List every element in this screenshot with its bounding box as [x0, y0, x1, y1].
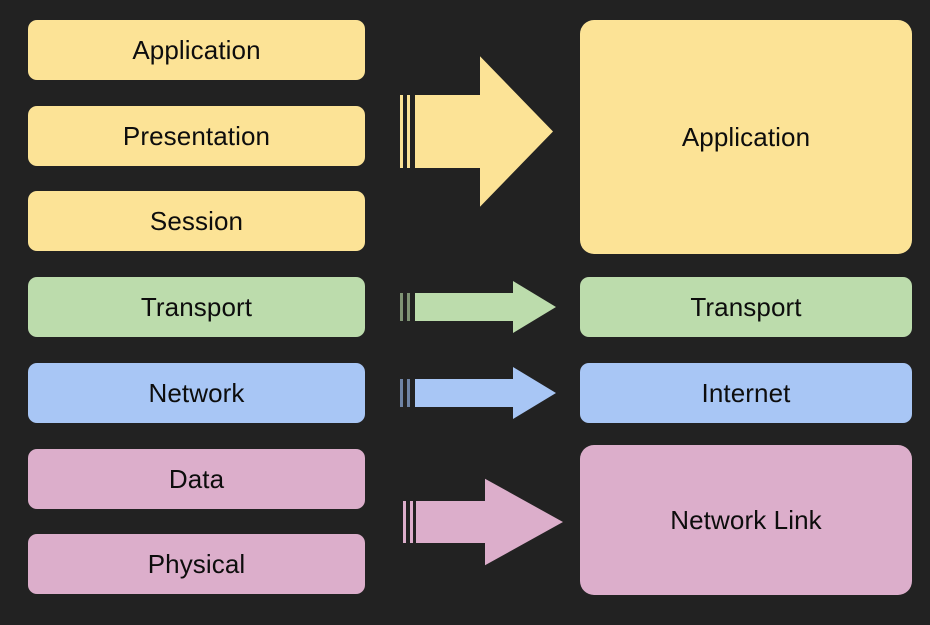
- arrow-transport-tick-1: [400, 293, 403, 321]
- arrow-network-tick-1: [400, 379, 403, 407]
- layer-box-network: Network: [28, 363, 365, 423]
- layer-box-internet: Internet: [580, 363, 912, 423]
- arrow-transport-tick-2: [407, 293, 410, 321]
- arrow-link-tick-2: [410, 501, 413, 543]
- arrow-network-tick-2: [407, 379, 410, 407]
- arrow-application-tick-2: [407, 95, 410, 168]
- layer-box-data: Data: [28, 449, 365, 509]
- arrow-link: [403, 473, 566, 569]
- layer-box-physical: Physical: [28, 534, 365, 594]
- arrow-network-body: [415, 367, 556, 419]
- layer-box-application: Application: [580, 20, 912, 254]
- layer-box-presentation: Presentation: [28, 106, 365, 166]
- layer-box-network-link: Network Link: [580, 445, 912, 595]
- arrow-application: [400, 54, 555, 207]
- diagram-canvas: Application Presentation Session Transport N…: [0, 0, 930, 625]
- layer-box-application: Application: [28, 20, 365, 80]
- arrow-transport-body: [415, 281, 556, 333]
- arrow-application-body: [415, 56, 553, 207]
- layer-box-transport: Transport: [28, 277, 365, 337]
- arrow-network: [400, 365, 558, 421]
- arrow-transport: [400, 279, 558, 335]
- arrow-link-tick-1: [403, 501, 406, 543]
- arrow-application-tick-1: [400, 95, 403, 168]
- layer-box-session: Session: [28, 191, 365, 251]
- layer-box-transport: Transport: [580, 277, 912, 337]
- arrow-link-body: [416, 478, 563, 566]
